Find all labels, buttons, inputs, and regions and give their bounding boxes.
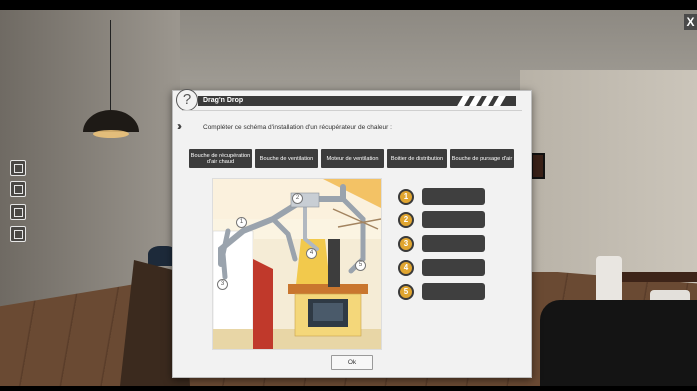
slot-number-4: 4: [398, 260, 414, 276]
slot-number-1: 1: [398, 189, 414, 205]
object-tool-icon[interactable]: [10, 226, 26, 242]
installation-diagram: 1 2 3 4 5: [212, 178, 382, 350]
diagram-marker-2: 2: [292, 193, 303, 204]
draggable-label-4[interactable]: Boitier de distribution: [387, 149, 447, 168]
lamp-cord: [110, 20, 111, 112]
drop-slot-5[interactable]: [422, 283, 485, 300]
double-chevron-icon: ››: [177, 119, 182, 133]
bottom-letterbox: [0, 386, 697, 391]
diagram-marker-4: 4: [306, 248, 317, 259]
top-letterbox: [0, 0, 697, 10]
dialog-title: Drag'n Drop: [203, 97, 244, 104]
diagram-marker-5: 5: [355, 260, 366, 271]
draggable-label-1[interactable]: Bouche de récupération d'air chaud: [189, 149, 252, 168]
drop-slot-3[interactable]: [422, 235, 485, 252]
plan-tool-icon[interactable]: [10, 160, 26, 176]
drop-slot-4[interactable]: [422, 259, 485, 276]
gallery-tool-icon[interactable]: [10, 204, 26, 220]
diagram-marker-1: 1: [236, 217, 247, 228]
instruction-text: Compléter ce schéma d'installation d'un …: [203, 124, 392, 131]
wall-picture: [531, 153, 545, 179]
draggable-label-3[interactable]: Moteur de ventilation: [321, 149, 384, 168]
slot-number-2: 2: [398, 212, 414, 228]
slot-number-5: 5: [398, 284, 414, 300]
close-button[interactable]: X: [684, 14, 697, 30]
dining-table: [620, 272, 697, 282]
drop-slot-1[interactable]: [422, 188, 485, 205]
draggable-label-5[interactable]: Bouche de pursage d'air: [450, 149, 514, 168]
title-divider: [182, 110, 522, 111]
diagram-marker-3: 3: [217, 279, 228, 290]
drop-slot-2[interactable]: [422, 211, 485, 228]
slot-number-3: 3: [398, 236, 414, 252]
help-icon[interactable]: ?: [176, 89, 198, 111]
draggable-label-2[interactable]: Bouche de ventilation: [255, 149, 318, 168]
lamp-glow: [93, 130, 129, 138]
room-tool-icon[interactable]: [10, 181, 26, 197]
ok-button[interactable]: Ok: [331, 355, 373, 370]
black-sofa: [540, 300, 697, 386]
